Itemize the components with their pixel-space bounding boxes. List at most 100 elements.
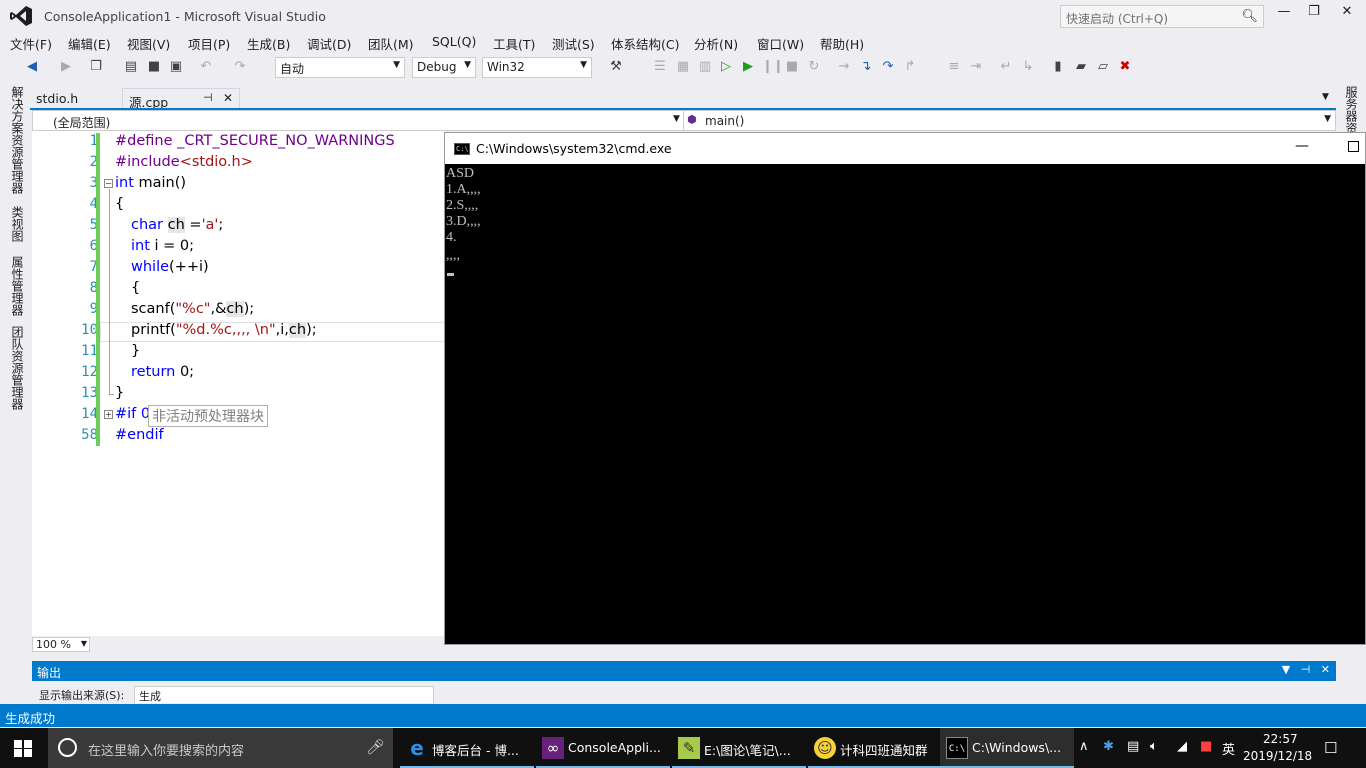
pause-icon[interactable]: ❙❙ [762, 59, 784, 75]
server-explorer-tab[interactable]: 服务器资 [1343, 86, 1360, 134]
console-window[interactable]: C:\ C:\Windows\system32\cmd.exe — ASD 1.… [444, 132, 1366, 645]
property-manager-tab[interactable]: 属性管理器 [9, 256, 26, 316]
comment-icon[interactable]: ↵ [998, 59, 1014, 75]
clear-bookmarks-icon[interactable]: ✖ [1117, 59, 1133, 75]
chevron-down-icon[interactable]: ▼ [673, 114, 680, 124]
list-icon[interactable]: ☰ [652, 59, 668, 75]
chevron-up-icon[interactable]: ∧ [1079, 739, 1089, 754]
taskbar-app-notepad[interactable]: ✎ E:\图论\笔记\... [672, 728, 806, 768]
quick-launch-input[interactable]: 快速启动 (Ctrl+Q) 🔍︎ [1060, 5, 1264, 28]
platform-combo[interactable]: Win32 ▼ [482, 57, 592, 78]
code-editor[interactable]: 1 2 3 4 5 6 7 8 9 10 11 12 13 14 58 − + … [32, 131, 445, 636]
antivirus-icon[interactable]: ■ [1200, 739, 1212, 754]
minimize-button[interactable]: — [1295, 138, 1309, 154]
menu-sql[interactable]: SQL(Q) [432, 34, 476, 49]
console-title-bar[interactable]: C:\ C:\Windows\system32\cmd.exe — [445, 133, 1365, 164]
forward-icon[interactable]: ▶ [58, 59, 74, 75]
menu-team[interactable]: 团队(M) [368, 34, 414, 53]
show-next-statement-icon[interactable]: → [836, 59, 852, 75]
close-button[interactable]: ✕ [1333, 4, 1361, 26]
save-icon[interactable]: ■ [146, 59, 162, 75]
restore-button[interactable]: ❐ [1300, 4, 1328, 26]
output-source-combo[interactable]: 生成 [134, 686, 434, 703]
network-icon[interactable]: ▤ [1127, 739, 1139, 754]
align-icon[interactable]: ≡ [946, 59, 962, 75]
indent-icon[interactable]: ⇥ [968, 59, 984, 75]
team-explorer-tab[interactable]: 团队资源管理器 [9, 326, 26, 410]
tab-stdio-h[interactable]: stdio.h [30, 88, 120, 109]
taskbar-search-input[interactable]: 在这里输入你要搜索的内容 🎤︎ [48, 728, 393, 768]
save-all-icon[interactable]: ▣ [168, 59, 184, 75]
open-file-icon[interactable]: ▤ [123, 59, 139, 75]
close-icon[interactable]: ✕ [223, 91, 233, 105]
new-project-icon[interactable]: ❐ [88, 59, 104, 75]
start-without-debug-icon[interactable]: ▷ [718, 59, 734, 75]
breakpoints-icon[interactable]: ▦ [675, 59, 691, 75]
bluetooth-icon[interactable]: ✱ [1103, 739, 1114, 754]
fold-guide [109, 189, 110, 394]
prev-bookmark-icon[interactable]: ▰ [1073, 59, 1089, 75]
attach-icon[interactable]: ⚒ [608, 59, 624, 75]
wifi-icon[interactable]: ◢ [1177, 739, 1187, 754]
configuration-combo[interactable]: Debug ▼ [412, 57, 476, 78]
maximize-button[interactable] [1348, 141, 1359, 152]
tab-overflow-icon[interactable]: ▼ [1322, 92, 1329, 102]
collapsed-region[interactable]: 非活动预处理器块 [148, 405, 268, 427]
back-icon[interactable]: ◀ [24, 59, 40, 75]
uncomment-icon[interactable]: ↳ [1020, 59, 1036, 75]
step-over-icon[interactable]: ↷ [880, 59, 896, 75]
menu-project[interactable]: 项目(P) [188, 34, 230, 53]
close-icon[interactable]: ✕ [1321, 663, 1330, 676]
solution-config-combo[interactable]: 自动 ▼ [275, 57, 405, 78]
menu-help[interactable]: 帮助(H) [820, 34, 864, 53]
microphone-icon[interactable]: 🎤︎ [366, 738, 385, 756]
undo-icon[interactable]: ↶ [198, 59, 214, 75]
solution-explorer-tab[interactable]: 解决方案资源管理器 [9, 86, 26, 194]
notification-center-icon[interactable]: ☐ [1324, 739, 1337, 757]
taskbar-app-edge[interactable]: e 博客后台 - 博... [400, 728, 534, 768]
start-debug-icon[interactable]: ▶ [740, 59, 756, 75]
scope-dropdown[interactable]: (全局范围) [53, 114, 110, 131]
taskbar-app-cmd[interactable]: C:\ C:\Windows\... [940, 728, 1074, 768]
clock-time[interactable]: 22:57 [1263, 732, 1298, 746]
zoom-combo[interactable]: 100 % ▼ [32, 637, 90, 652]
pin-icon[interactable]: ⊣ [203, 91, 213, 104]
search-icon[interactable]: 🔍︎ [1241, 9, 1258, 24]
bookmark-icon[interactable]: ▮ [1050, 59, 1066, 75]
class-view-tab[interactable]: 类视图 [9, 206, 26, 242]
volume-icon[interactable]: 🔈︎ [1150, 739, 1158, 754]
stop-icon[interactable]: ■ [784, 59, 800, 75]
menu-edit[interactable]: 编辑(E) [68, 34, 111, 53]
menu-debug[interactable]: 调试(D) [307, 34, 351, 53]
expand-icon[interactable]: + [104, 410, 113, 419]
menu-view[interactable]: 视图(V) [127, 34, 170, 53]
code-token: } [115, 385, 125, 401]
function-dropdown[interactable]: main() [705, 114, 744, 128]
taskbar-app-qq-group[interactable]: ☺ 计科四班通知群 [808, 728, 942, 768]
pin-icon[interactable]: ⊣ [1301, 663, 1311, 676]
step-out-icon[interactable]: ↱ [902, 59, 918, 75]
output-window-icon[interactable]: ▥ [697, 59, 713, 75]
clock-date[interactable]: 2019/12/18 [1243, 749, 1312, 763]
collapse-icon[interactable]: − [104, 179, 113, 188]
next-bookmark-icon[interactable]: ▱ [1095, 59, 1111, 75]
chevron-down-icon[interactable]: ▼ [1324, 114, 1331, 124]
step-into-icon[interactable]: ↴ [858, 59, 874, 75]
menu-test[interactable]: 测试(S) [552, 34, 595, 53]
menu-architecture[interactable]: 体系结构(C) [611, 34, 679, 53]
ime-indicator[interactable]: 英 [1222, 739, 1235, 758]
tab-source-cpp[interactable]: 源.cpp ⊣ ✕ [122, 88, 240, 110]
taskbar-app-visual-studio[interactable]: ∞ ConsoleAppli... [536, 728, 670, 768]
restart-icon[interactable]: ↻ [806, 59, 822, 75]
menu-analyze[interactable]: 分析(N) [694, 34, 738, 53]
menu-tools[interactable]: 工具(T) [493, 34, 535, 53]
menu-window[interactable]: 窗口(W) [757, 34, 804, 53]
editor-zoom-bar: 100 % ▼ [32, 636, 445, 653]
console-output[interactable]: ASD 1.A,,,, 2.S,,,, 3.D,,,, 4. ,,,, [445, 164, 1365, 644]
windows-start-icon[interactable] [14, 740, 32, 757]
menu-build[interactable]: 生成(B) [247, 34, 290, 53]
chevron-down-icon[interactable]: ▼ [1282, 663, 1290, 676]
redo-icon[interactable]: ↷ [232, 59, 248, 75]
menu-file[interactable]: 文件(F) [10, 34, 52, 53]
minimize-button[interactable]: — [1270, 4, 1298, 26]
